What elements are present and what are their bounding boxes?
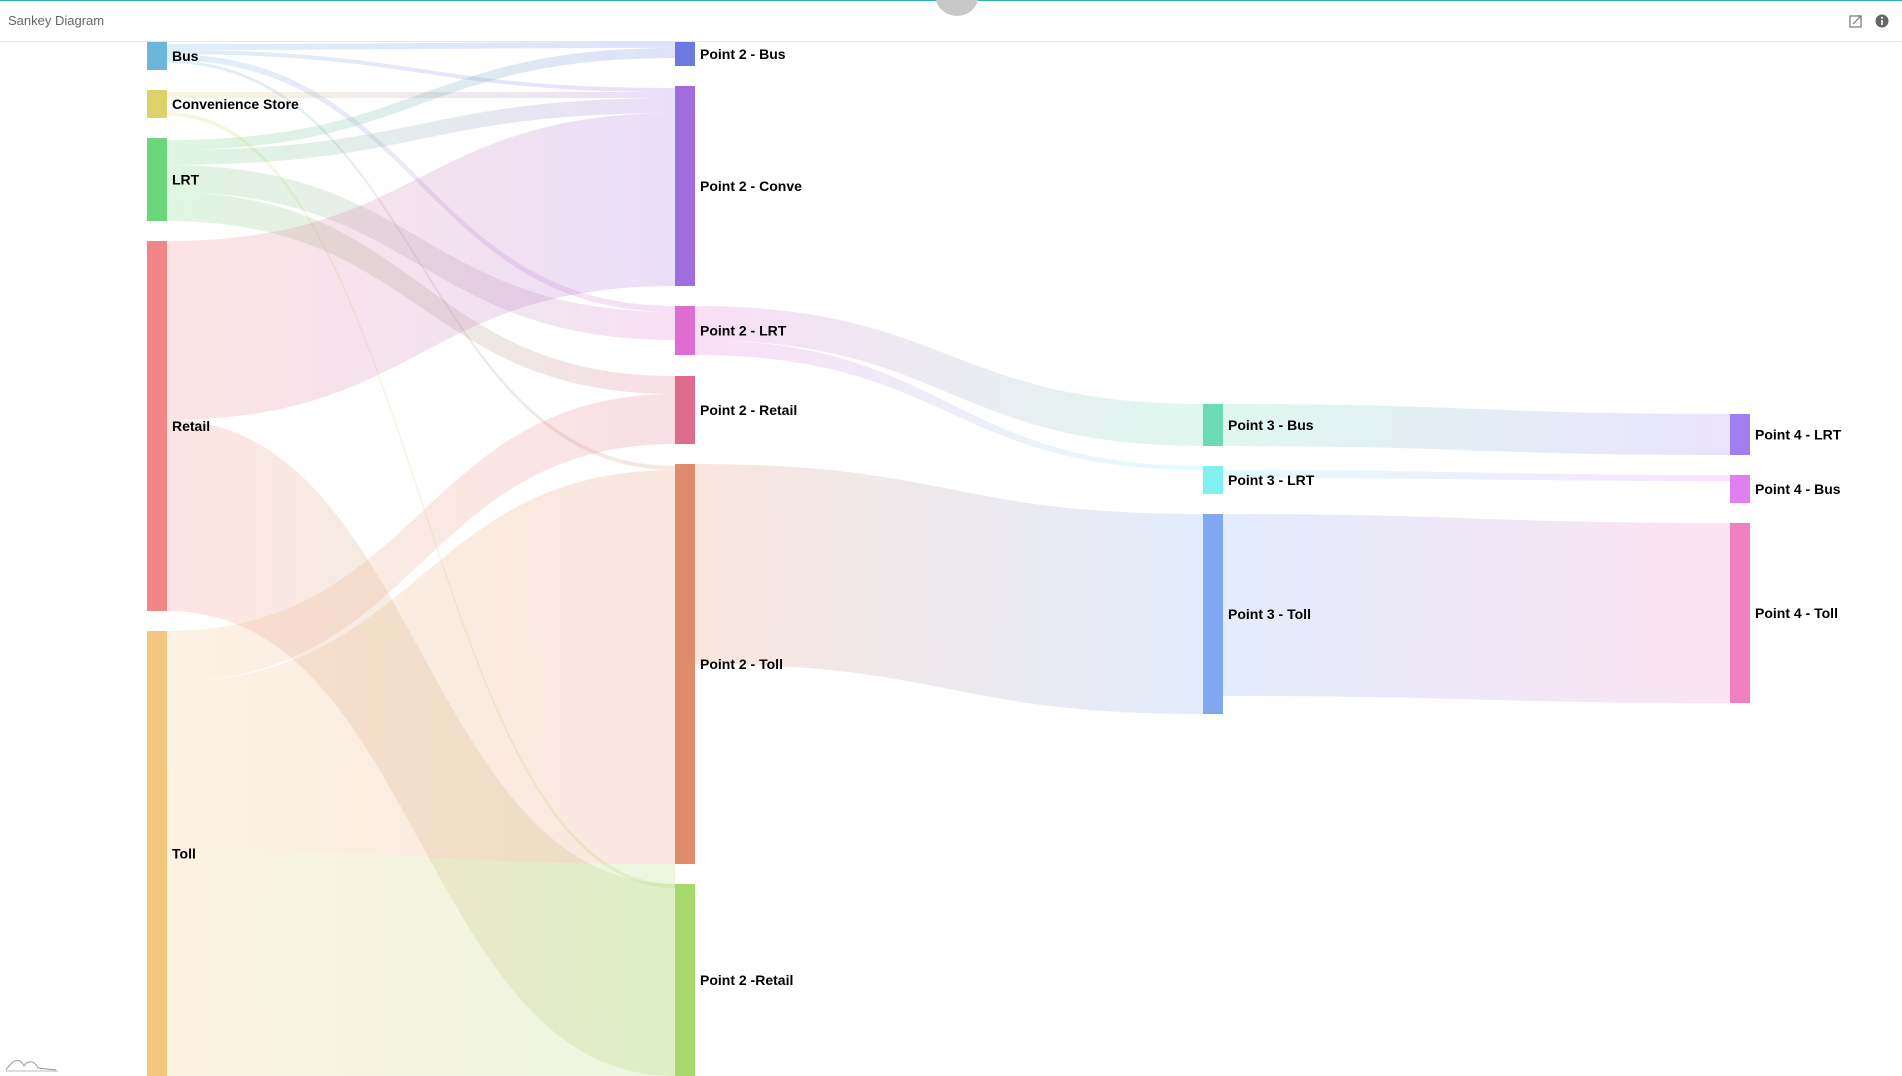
sankey-node-label-p4bus: Point 4 - Bus [1755, 481, 1841, 497]
sankey-node-label-p3toll: Point 3 - Toll [1228, 606, 1311, 622]
sankey-node-p3bus[interactable] [1203, 404, 1223, 446]
sankey-node-label-p4lrt: Point 4 - LRT [1755, 427, 1842, 443]
sankey-link-p2toll-to-p3toll[interactable] [695, 464, 1203, 714]
sankey-node-lrt[interactable] [147, 138, 167, 221]
sankey-node-p2retail[interactable] [675, 376, 695, 444]
sankey-node-retail[interactable] [147, 241, 167, 611]
sankey-node-p3lrt[interactable] [1203, 466, 1223, 494]
sankey-links [167, 42, 1730, 1076]
sankey-node-p4toll[interactable] [1730, 523, 1750, 703]
sankey-node-label-p2conv: Point 2 - Conve [700, 178, 802, 194]
sankey-node-p4bus[interactable] [1730, 475, 1750, 503]
sankey-node-p2lrt[interactable] [675, 306, 695, 355]
sankey-node-bus[interactable] [147, 42, 167, 70]
sankey-link-toll-to-p2retail2[interactable] [167, 850, 675, 1076]
sankey-node-toll[interactable] [147, 631, 167, 1076]
sankey-node-p2bus[interactable] [675, 42, 695, 66]
info-icon[interactable] [1874, 13, 1890, 29]
export-icon[interactable] [1848, 13, 1864, 29]
sankey-node-label-p2retail: Point 2 - Retail [700, 402, 797, 418]
sankey-link-bus-to-p2bus[interactable] [167, 42, 675, 50]
sankey-node-p2retail2[interactable] [675, 884, 695, 1076]
sankey-node-label-lrt: LRT [172, 172, 200, 188]
sankey-node-label-p3lrt: Point 3 - LRT [1228, 472, 1315, 488]
sankey-node-label-p3bus: Point 3 - Bus [1228, 417, 1314, 433]
sankey-node-label-toll: Toll [172, 846, 196, 862]
sankey-node-p4lrt[interactable] [1730, 414, 1750, 455]
sankey-node-label-retail: Retail [172, 418, 210, 434]
panel-title: Sankey Diagram [8, 13, 105, 28]
sankey-node-p3toll[interactable] [1203, 514, 1223, 714]
sankey-node-p2conv[interactable] [675, 86, 695, 286]
sankey-node-p2toll[interactable] [675, 464, 695, 864]
sankey-node-label-p2bus: Point 2 - Bus [700, 46, 786, 62]
sankey-diagram: Bus Convenience Store LRT Retail Toll Point 2… [147, 42, 1842, 1076]
sankey-node-conv[interactable] [147, 90, 167, 118]
sankey-node-label-conv: Convenience Store [172, 96, 299, 112]
mini-chart-icon [6, 1060, 58, 1072]
sankey-node-label-p2lrt: Point 2 - LRT [700, 323, 787, 339]
sankey-node-label-p2retail2: Point 2 -Retail [700, 972, 793, 988]
sankey-node-label-p4toll: Point 4 - Toll [1755, 605, 1838, 621]
sankey-node-label-bus: Bus [172, 48, 199, 64]
sankey-node-label-p2toll: Point 2 - Toll [700, 656, 783, 672]
